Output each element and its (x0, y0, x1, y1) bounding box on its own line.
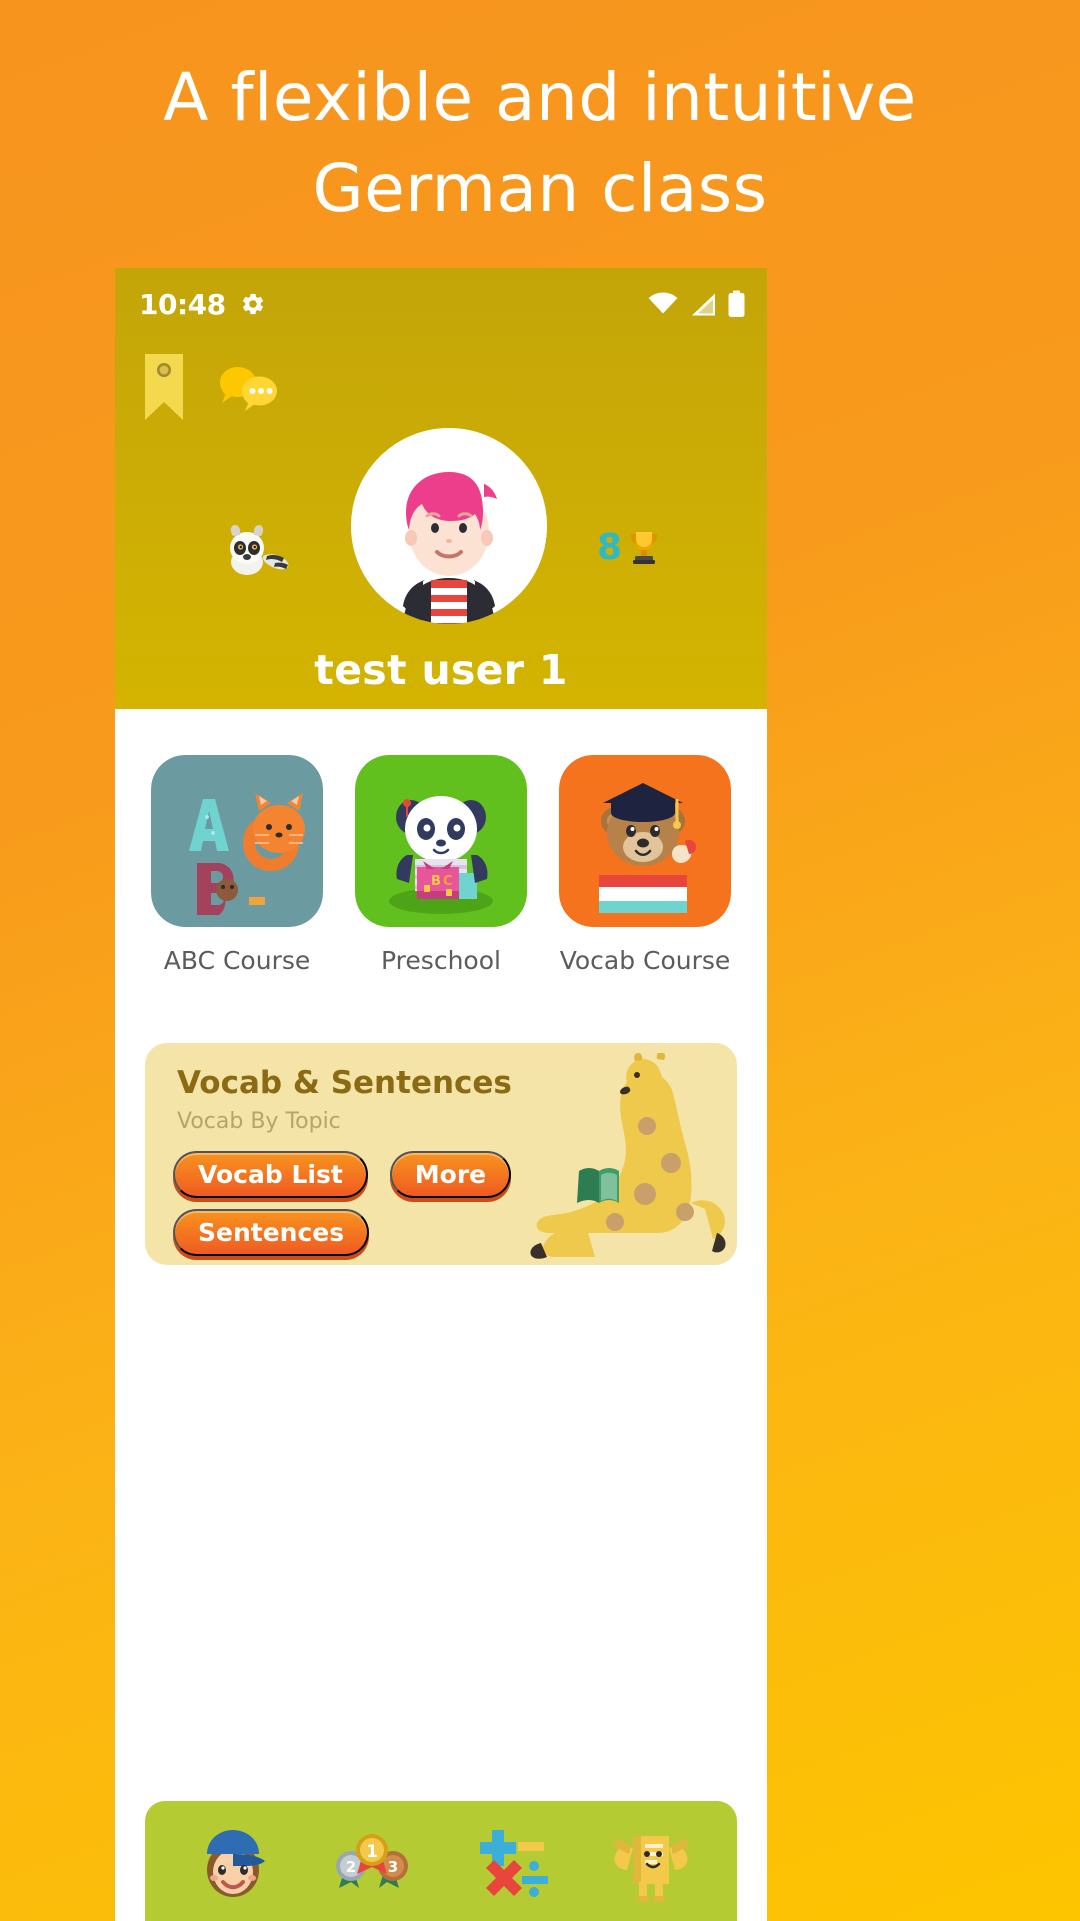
preschool-panda-icon: B C (355, 755, 527, 927)
battery-full-icon (728, 290, 745, 317)
kid-avatar-pink-hair (350, 428, 547, 624)
cellular-signal-icon (692, 293, 715, 315)
lemur-mascot-icon[interactable] (221, 510, 295, 584)
svg-text:1: 1 (366, 1842, 378, 1862)
wifi-icon (648, 292, 678, 313)
headline-line-1: A flexible and intuitive (163, 59, 917, 136)
sentences-button[interactable]: Sentences (173, 1209, 370, 1256)
vocab-sentences-card: Vocab & Sentences Vocab By Topic Vocab L… (145, 1043, 737, 1265)
course-label: Vocab Course (559, 946, 731, 975)
gear-icon (242, 293, 263, 315)
bottom-navigation: 2 3 1 (145, 1801, 737, 1921)
header-icon-row (145, 354, 281, 420)
course-label: Preschool (381, 946, 501, 975)
profile-row: 8 (115, 428, 767, 624)
course-label: ABC Course (163, 946, 311, 975)
avatar[interactable] (350, 428, 547, 624)
status-bar-left: 10:48 (139, 288, 266, 321)
vocab-button-row-2: Sentences (173, 1209, 370, 1256)
more-button[interactable]: More (389, 1151, 512, 1198)
svg-text:2: 2 (345, 1858, 355, 1876)
kid-with-cap-icon[interactable] (192, 1820, 274, 1902)
vocab-card-title: Vocab & Sentences (177, 1065, 512, 1101)
status-time: 10:48 (139, 287, 226, 321)
status-bar-right (648, 290, 745, 318)
course-item-vocab[interactable]: Vocab Course (559, 755, 731, 975)
status-bar: 10:48 (115, 268, 767, 340)
trophy-score: 8 (597, 527, 661, 568)
chat-bubbles-icon[interactable] (217, 364, 281, 418)
vocab-button-row-1: Vocab List More (173, 1151, 512, 1198)
trophy-count: 8 (596, 526, 623, 568)
headline-line-2: German class (312, 150, 768, 228)
course-item-abc[interactable]: ABC Course (151, 755, 323, 975)
bookmark-ribbon-icon[interactable] (145, 354, 183, 420)
phone-mockup: 10:48 8 test user 1 ABC Course B C Presc… (115, 268, 767, 1921)
giraffe-reading-icon (530, 1053, 726, 1259)
app-header: 10:48 8 test user 1 (115, 268, 767, 709)
book-character-icon[interactable] (609, 1820, 691, 1902)
promo-headline: A flexible and intuitive German class (0, 0, 1080, 234)
svg-text:B: B (431, 874, 441, 889)
trophy-icon (631, 532, 658, 564)
course-item-preschool[interactable]: B C Preschool (355, 755, 527, 975)
medals-ranking-icon[interactable]: 2 3 1 (331, 1820, 413, 1902)
vocab-card-subtitle: Vocab By Topic (177, 1109, 341, 1134)
svg-text:C: C (443, 874, 453, 889)
abc-course-icon (151, 755, 323, 927)
vocab-list-button[interactable]: Vocab List (173, 1151, 368, 1198)
vocab-course-bear-icon (559, 755, 731, 927)
math-symbols-icon[interactable] (470, 1820, 552, 1902)
course-list: ABC Course B C Preschool Vocab Course (115, 709, 767, 975)
svg-text:3: 3 (387, 1858, 397, 1876)
username: test user 1 (314, 646, 568, 694)
